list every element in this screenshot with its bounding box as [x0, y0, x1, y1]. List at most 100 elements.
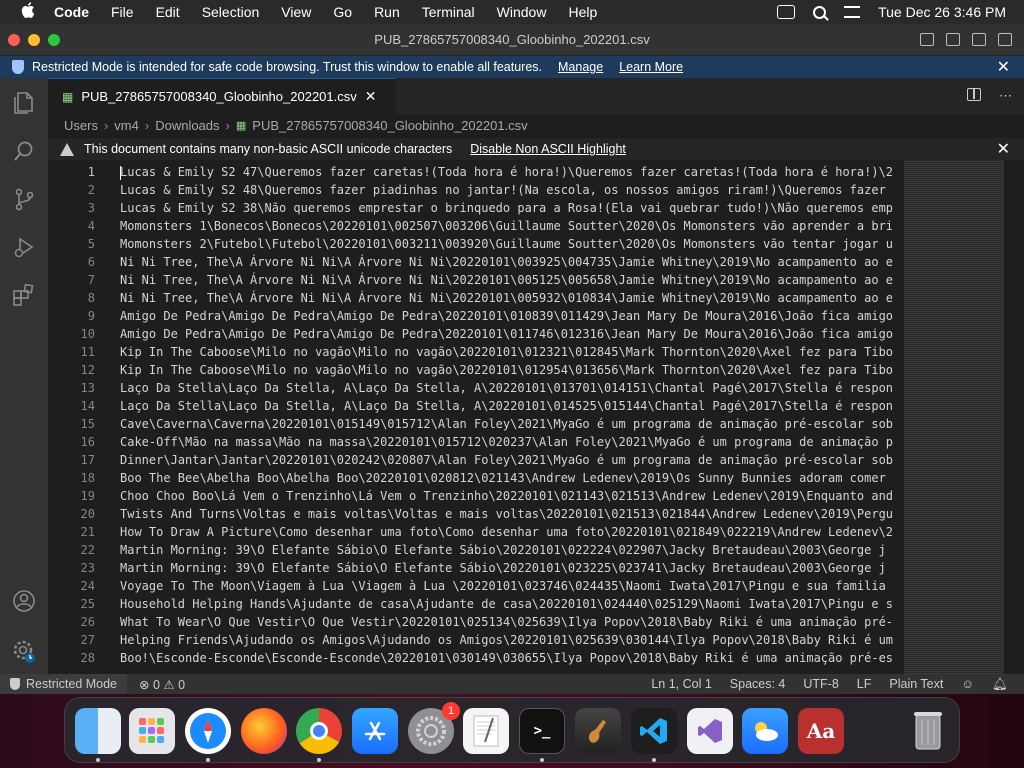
editor-line[interactable]: 26 What To Wear\O Que Vestir\O Que Vestir…: [48, 613, 908, 631]
feedback-icon[interactable]: ☺: [961, 677, 974, 691]
editor-line[interactable]: 5 Momonsters 2\Futebol\Futebol\20220101\0…: [48, 235, 908, 253]
customize-layout-icon[interactable]: [998, 33, 1012, 46]
restricted-mode-indicator[interactable]: Restricted Mode: [0, 674, 128, 694]
menu-go[interactable]: Go: [333, 4, 352, 20]
manage-gear-icon[interactable]: [11, 638, 37, 664]
editor-line[interactable]: 7 Ni Ni Tree, The\A Árvore Ni Ni\A Árvore…: [48, 271, 908, 289]
window-zoom-button[interactable]: [48, 34, 60, 46]
editor-line[interactable]: 11 Kip In The Caboose\Milo no vagão\Milo …: [48, 343, 908, 361]
menu-view[interactable]: View: [281, 4, 311, 20]
editor-line[interactable]: 14 Laço Da Stella\Laço Da Stella, A\Laço …: [48, 397, 908, 415]
firefox-icon[interactable]: [241, 708, 287, 754]
editor-line[interactable]: 4 Momonsters 1\Bonecos\Bonecos\20220101\0…: [48, 217, 908, 235]
editor-line[interactable]: 19 Choo Choo Boo\Lá Vem o Trenzinho\Lá Ve…: [48, 487, 908, 505]
minimap[interactable]: [904, 160, 1004, 674]
encoding[interactable]: UTF-8: [803, 677, 838, 691]
system-settings-icon[interactable]: 1: [408, 702, 460, 754]
screen-mirroring-icon[interactable]: [777, 5, 796, 19]
cursor-position[interactable]: Ln 1, Col 1: [651, 677, 711, 691]
line-number: 10: [80, 327, 95, 341]
menubar-clock[interactable]: Tue Dec 26 3:46 PM: [878, 4, 1006, 20]
editor-line[interactable]: 16 Cake-Off\Mão na massa\Mão na massa\202…: [48, 433, 908, 451]
accounts-icon[interactable]: [11, 588, 37, 614]
extensions-icon[interactable]: [11, 282, 37, 308]
weather-icon[interactable]: [742, 708, 788, 754]
editor-line[interactable]: 9 Amigo De Pedra\Amigo De Pedra\Amigo De …: [48, 307, 908, 325]
trash-icon[interactable]: [905, 708, 951, 754]
editor-line[interactable]: 3 Lucas & Emily S2 38\Não queremos empres…: [48, 199, 908, 217]
editor-line[interactable]: 21 How To Draw A Picture\Como desenhar um…: [48, 523, 908, 541]
breadcrumb-file[interactable]: PUB_27865757008340_Gloobinho_202201.csv: [252, 118, 527, 133]
spotlight-search-icon[interactable]: [813, 5, 827, 19]
editor-line[interactable]: 28 Boo!\Esconde-Esconde\Esconde-Esconde\2…: [48, 649, 908, 667]
editor-line[interactable]: 13 Laço Da Stella\Laço Da Stella, A\Laço …: [48, 379, 908, 397]
more-actions-icon[interactable]: ⋯: [999, 88, 1012, 104]
finder-icon[interactable]: [75, 708, 121, 754]
indentation[interactable]: Spaces: 4: [730, 677, 786, 691]
window-minimize-button[interactable]: [28, 34, 40, 46]
text-editor[interactable]: 1 Lucas & Emily S2 47\Queremos fazer care…: [48, 160, 1024, 674]
menu-terminal[interactable]: Terminal: [422, 4, 475, 20]
chrome-icon[interactable]: [296, 708, 342, 754]
editor-line[interactable]: 18 Boo The Bee\Abelha Boo\Abelha Boo\2022…: [48, 469, 908, 487]
safari-icon[interactable]: [185, 708, 231, 754]
control-center-icon[interactable]: [844, 6, 861, 18]
textedit-icon[interactable]: [463, 708, 509, 754]
tab-close-icon[interactable]: ✕: [365, 88, 377, 105]
toggle-panel-icon[interactable]: [946, 33, 960, 46]
window-close-button[interactable]: [8, 34, 20, 46]
editor-line[interactable]: 1 Lucas & Emily S2 47\Queremos fazer care…: [48, 163, 908, 181]
tab-csv-file[interactable]: ▦ PUB_27865757008340_Gloobinho_202201.cs…: [48, 78, 396, 114]
editor-line[interactable]: 20 Twists And Turns\Voltas e mais voltas\…: [48, 505, 908, 523]
editor-line[interactable]: 12 Kip In The Caboose\Milo no vagão\Milo …: [48, 361, 908, 379]
line-text: Dinner\Jantar\Jantar\20220101\020242\020…: [120, 453, 894, 467]
source-control-icon[interactable]: [11, 186, 37, 212]
dictionary-icon[interactable]: Aa: [798, 708, 844, 754]
menu-help[interactable]: Help: [568, 4, 597, 20]
menu-file[interactable]: File: [111, 4, 134, 20]
menu-edit[interactable]: Edit: [156, 4, 180, 20]
editor-line[interactable]: 17 Dinner\Jantar\Jantar\20220101\020242\0…: [48, 451, 908, 469]
editor-line[interactable]: 24 Voyage To The Moon\Viagem à Lua \Viage…: [48, 577, 908, 595]
editor-line[interactable]: 6 Ni Ni Tree, The\A Árvore Ni Ni\A Árvore…: [48, 253, 908, 271]
toggle-secondary-sidebar-icon[interactable]: [972, 33, 986, 46]
menu-run[interactable]: Run: [374, 4, 400, 20]
split-editor-icon[interactable]: [967, 88, 981, 101]
search-icon[interactable]: [11, 138, 37, 164]
editor-line[interactable]: 27 Helping Friends\Ajudando os Amigos\Aju…: [48, 631, 908, 649]
breadcrumb-users[interactable]: Users: [64, 118, 98, 133]
breadcrumb-vm4[interactable]: vm4: [114, 118, 139, 133]
app-store-icon[interactable]: [352, 708, 398, 754]
notifications-bell-icon[interactable]: 🔔︎: [992, 677, 1008, 692]
visual-studio-icon[interactable]: [687, 708, 733, 754]
line-text: Cave\Caverna\Caverna\20220101\015149\015…: [120, 417, 894, 431]
line-text: What To Wear\O Que Vestir\O Que Vestir\2…: [120, 615, 894, 629]
editor-line[interactable]: 10 Amigo De Pedra\Amigo De Pedra\Amigo De…: [48, 325, 908, 343]
editor-line[interactable]: 23 Martin Morning: 39\O Elefante Sábio\O …: [48, 559, 908, 577]
launchpad-icon[interactable]: [129, 708, 175, 754]
learn-more-link[interactable]: Learn More: [619, 60, 683, 74]
garageband-icon[interactable]: [575, 708, 621, 754]
language-mode[interactable]: Plain Text: [889, 677, 943, 691]
end-of-line[interactable]: LF: [857, 677, 872, 691]
apple-menu-icon[interactable]: [18, 1, 38, 23]
editor-line[interactable]: 22 Martin Morning: 39\O Elefante Sábio\O …: [48, 541, 908, 559]
toggle-primary-sidebar-icon[interactable]: [920, 33, 934, 46]
breadcrumb-downloads[interactable]: Downloads: [155, 118, 219, 133]
warning-close-icon[interactable]: ✕: [997, 139, 1010, 159]
vscode-icon[interactable]: [631, 708, 677, 754]
menu-selection[interactable]: Selection: [202, 4, 260, 20]
problems-indicator[interactable]: ⊗ 0 ⚠ 0: [139, 677, 185, 692]
menu-code[interactable]: Code: [54, 4, 89, 20]
explorer-icon[interactable]: [11, 90, 37, 116]
manage-link[interactable]: Manage: [558, 60, 603, 74]
editor-line[interactable]: 15 Cave\Caverna\Caverna\20220101\015149\0…: [48, 415, 908, 433]
run-debug-icon[interactable]: [11, 234, 37, 260]
menu-window[interactable]: Window: [497, 4, 547, 20]
banner-close-icon[interactable]: ✕: [997, 57, 1010, 77]
disable-ascii-highlight-link[interactable]: Disable Non ASCII Highlight: [470, 142, 626, 156]
terminal-icon[interactable]: >_: [519, 708, 565, 754]
editor-line[interactable]: 2 Lucas & Emily S2 48\Queremos fazer piad…: [48, 181, 908, 199]
editor-line[interactable]: 8 Ni Ni Tree, The\A Árvore Ni Ni\A Árvore…: [48, 289, 908, 307]
editor-line[interactable]: 25 Household Helping Hands\Ajudante de ca…: [48, 595, 908, 613]
